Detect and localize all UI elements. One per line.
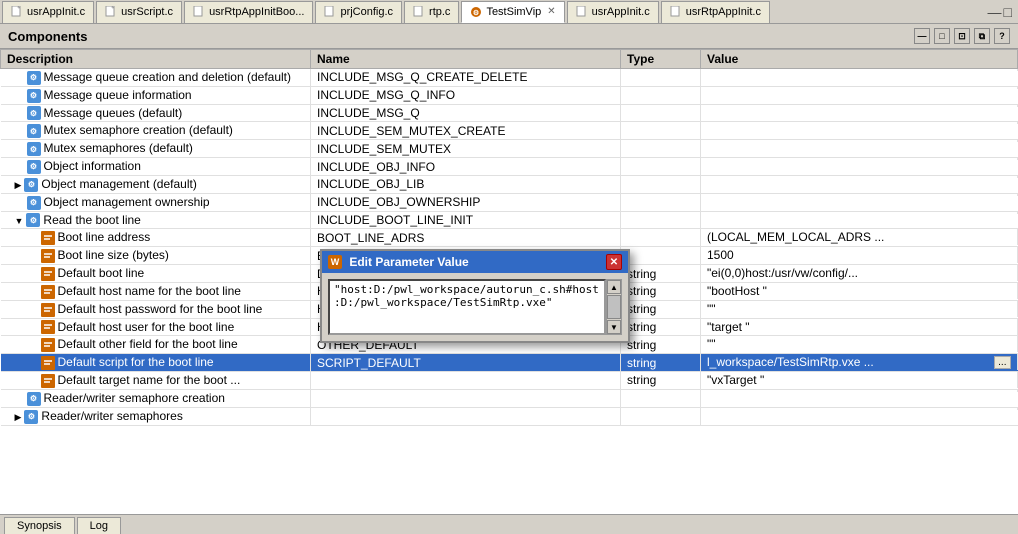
tab-TestSimVip[interactable]: ⚙ TestSimVip ✕ [461, 1, 564, 23]
tab-bar-controls: — □ [988, 4, 1012, 20]
tab-usrScript[interactable]: usrScript.c [96, 1, 182, 23]
dialog-body: ▲ ▼ [322, 273, 628, 341]
file-icon [11, 6, 23, 18]
file-icon-7 [670, 6, 682, 18]
window-title-label: Components [8, 29, 87, 44]
tab-usrRtpAppInitBoo[interactable]: usrRtpAppInitBoo... [184, 1, 313, 23]
restore-tab-button[interactable]: □ [1004, 4, 1012, 20]
restore-button[interactable]: □ [934, 28, 950, 44]
tab-close-icon[interactable]: ✕ [547, 6, 555, 17]
active-file-icon: ⚙ [470, 6, 482, 18]
file-icon-2 [105, 6, 117, 18]
bottom-tabs: Synopsis Log [0, 514, 1018, 534]
tab-bar: usrAppInit.c usrScript.c usrRtpAppInitBo… [0, 0, 1018, 24]
tile-button[interactable]: ⧉ [974, 28, 990, 44]
svg-text:⚙: ⚙ [473, 9, 479, 17]
window-titlebar: Components — □ ⊡ ⧉ ? [0, 24, 1018, 49]
dialog-scroll-up[interactable]: ▲ [607, 280, 621, 294]
tab-rtp[interactable]: rtp.c [404, 1, 459, 23]
dialog-textarea[interactable] [328, 279, 606, 335]
tab-usrAppInit-2[interactable]: usrAppInit.c [567, 1, 659, 23]
tab-log[interactable]: Log [77, 517, 121, 534]
components-window: Components — □ ⊡ ⧉ ? Description Name Ty… [0, 24, 1018, 534]
file-icon-6 [576, 6, 588, 18]
tab-synopsis[interactable]: Synopsis [4, 517, 75, 534]
dialog-title-icon: W [328, 255, 342, 269]
dialog-titlebar: W Edit Parameter Value ✕ [322, 251, 628, 273]
edit-parameter-dialog: W Edit Parameter Value ✕ ▲ ▼ [320, 249, 630, 343]
tab-prjConfig[interactable]: prjConfig.c [315, 1, 402, 23]
help-button[interactable]: ? [994, 28, 1010, 44]
dialog-textarea-container: ▲ ▼ [328, 279, 622, 335]
dialog-title-label: Edit Parameter Value [349, 255, 468, 269]
dialog-close-button[interactable]: ✕ [606, 254, 622, 270]
minimize-button[interactable]: — [914, 28, 930, 44]
tab-usrRtpAppInit[interactable]: usrRtpAppInit.c [661, 1, 770, 23]
tab-usrAppInit-1[interactable]: usrAppInit.c [2, 1, 94, 23]
dialog-title-left: W Edit Parameter Value [328, 255, 469, 270]
file-icon-5 [413, 6, 425, 18]
dialog-scrollbar: ▲ ▼ [606, 279, 622, 335]
dialog-scroll-down[interactable]: ▼ [607, 320, 621, 334]
dialog-overlay: W Edit Parameter Value ✕ ▲ ▼ [0, 49, 1018, 514]
minimize-tab-button[interactable]: — [988, 4, 1002, 20]
window-title-controls: — □ ⊡ ⧉ ? [914, 28, 1010, 44]
dialog-scroll-thumb[interactable] [607, 295, 621, 319]
file-icon-3 [193, 6, 205, 18]
maximize-button[interactable]: ⊡ [954, 28, 970, 44]
components-table-container: Description Name Type Value ⚙Message que… [0, 49, 1018, 514]
file-icon-4 [324, 6, 336, 18]
